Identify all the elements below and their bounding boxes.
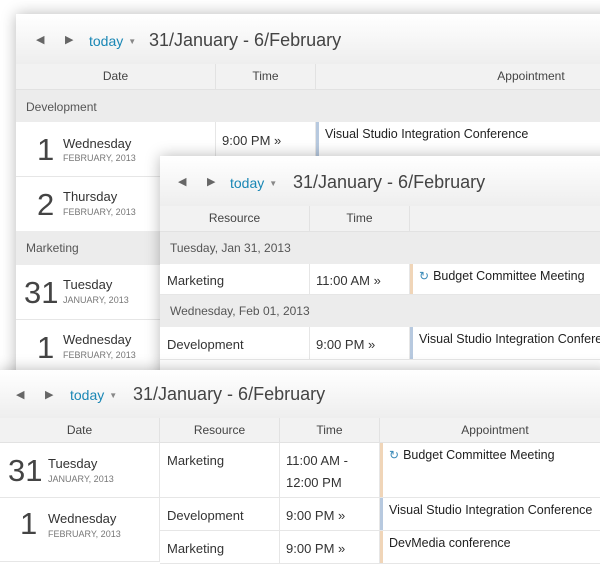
month-year-label: FEBRUARY, 2013 (63, 153, 136, 163)
time-start-label: 11:00 AM - (286, 453, 348, 468)
column-header-time: Time (310, 206, 410, 231)
month-year-label: JANUARY, 2013 (48, 474, 114, 484)
table-row: Marketing 11:00 AM » ↻ Budget Committee M… (160, 264, 600, 295)
weekday-label: Thursday (63, 189, 118, 204)
appointment-item[interactable]: ↻ Budget Committee Meeting (380, 443, 600, 497)
table-row: Marketing 9:00 PM » DevMedia conference (160, 531, 600, 564)
weekday-label: Wednesday (48, 511, 117, 526)
recurrence-icon: ↻ (389, 448, 400, 462)
appointment-title: Visual Studio Integration Conference (325, 127, 529, 141)
resource-label: Development (167, 337, 244, 352)
chevron-down-icon: ▼ (269, 179, 278, 188)
time-end-label: 12:00 PM (286, 475, 342, 490)
weekday-label: Tuesday (48, 456, 98, 471)
appointment-title: Visual Studio Integration Conference (389, 503, 593, 517)
chevron-left-icon[interactable]: ◀ (36, 33, 44, 46)
weekday-label: Wednesday (63, 136, 132, 151)
resource-label: Development (167, 508, 244, 523)
column-header-row: Date Resource Time Appointment (0, 418, 600, 443)
chevron-right-icon[interactable]: ▶ (45, 388, 53, 401)
day-number: 1 (37, 330, 55, 365)
month-year-label: FEBRUARY, 2013 (63, 350, 136, 360)
scheduler-toolbar: ◀ ▶ today ▼ 31/January - 6/February (160, 156, 600, 206)
today-button[interactable]: today ▼ (89, 33, 136, 49)
time-label: 9:00 PM » (222, 133, 282, 148)
appointment-item[interactable]: Visual Studio Integration Conference (380, 498, 600, 530)
column-header-date: Date (16, 64, 216, 89)
group-header-development: Development (16, 90, 600, 124)
agenda-view-resource-grouped-by-date: ◀ ▶ today ▼ 31/January - 6/February Resou… (160, 156, 600, 386)
appointment-item[interactable]: DevMedia conference (380, 531, 600, 563)
month-year-label: JANUARY, 2013 (63, 295, 129, 305)
month-year-label: FEBRUARY, 2013 (48, 529, 121, 539)
resource-label: Marketing (167, 453, 225, 468)
column-header-time: Time (216, 64, 316, 89)
table-row: Development 9:00 PM » Visual Studio Inte… (160, 498, 600, 531)
day-number: 31 (8, 453, 43, 488)
column-header-time: Time (280, 418, 380, 442)
appointment-title: Visual Studio Integration Conference (419, 332, 600, 346)
time-label: 9:00 PM » (286, 541, 346, 556)
table-row: 31 Tuesday JANUARY, 2013 Marketing 11:00… (0, 443, 600, 498)
time-label: 9:00 PM » (286, 508, 346, 523)
chevron-left-icon[interactable]: ◀ (16, 388, 24, 401)
appointment-title: Budget Committee Meeting (403, 448, 555, 462)
chevron-right-icon[interactable]: ▶ (65, 33, 73, 46)
resource-label: Marketing (167, 541, 225, 556)
today-button[interactable]: today ▼ (70, 387, 117, 403)
recurrence-icon: ↻ (419, 269, 430, 283)
agenda-view-date-and-resource: ◀ ▶ today ▼ 31/January - 6/February Date … (0, 370, 600, 580)
scheduler-toolbar: ◀ ▶ today ▼ 31/January - 6/February (0, 370, 600, 418)
column-header-date: Date (0, 418, 160, 442)
scheduler-toolbar: ◀ ▶ today ▼ 31/January - 6/February (16, 14, 600, 64)
chevron-left-icon[interactable]: ◀ (178, 175, 186, 188)
column-header-row: Resource Time (160, 206, 600, 232)
month-year-label: FEBRUARY, 2013 (63, 207, 136, 217)
appointment-item[interactable]: ↻ Budget Committee Meeting (410, 264, 600, 294)
appointment-item[interactable]: Visual Studio Integration Conference (410, 327, 600, 359)
column-header-resource: Resource (160, 418, 280, 442)
date-range-title: 31/January - 6/February (149, 30, 342, 50)
date-group-header: Wednesday, Feb 01, 2013 (160, 295, 600, 327)
today-button[interactable]: today ▼ (230, 175, 277, 191)
time-label: 11:00 AM » (316, 273, 381, 288)
chevron-right-icon[interactable]: ▶ (207, 175, 215, 188)
day-number: 31 (24, 275, 59, 310)
table-row: Development 9:00 PM » Visual Studio Inte… (160, 327, 600, 360)
date-group-header: Tuesday, Jan 31, 2013 (160, 232, 600, 264)
day-number: 1 (37, 132, 55, 167)
chevron-down-icon: ▼ (109, 391, 118, 400)
day-number: 2 (37, 187, 55, 222)
column-header-appointment: Appointment (461, 423, 529, 437)
date-range-title: 31/January - 6/February (133, 384, 326, 404)
column-header-appointment: Appointment (497, 69, 565, 83)
resource-label: Marketing (167, 273, 225, 288)
weekday-label: Tuesday (63, 277, 113, 292)
weekday-label: Wednesday (63, 332, 132, 347)
day-number: 1 (20, 506, 38, 541)
chevron-down-icon: ▼ (128, 37, 137, 46)
appointment-title: DevMedia conference (389, 536, 511, 550)
column-header-row: Date Time Appointment (16, 64, 600, 90)
time-label: 9:00 PM » (316, 337, 376, 352)
column-header-appointment (410, 206, 600, 231)
date-range-title: 31/January - 6/February (293, 172, 486, 192)
column-header-resource: Resource (160, 206, 310, 231)
appointment-title: Budget Committee Meeting (433, 269, 585, 283)
